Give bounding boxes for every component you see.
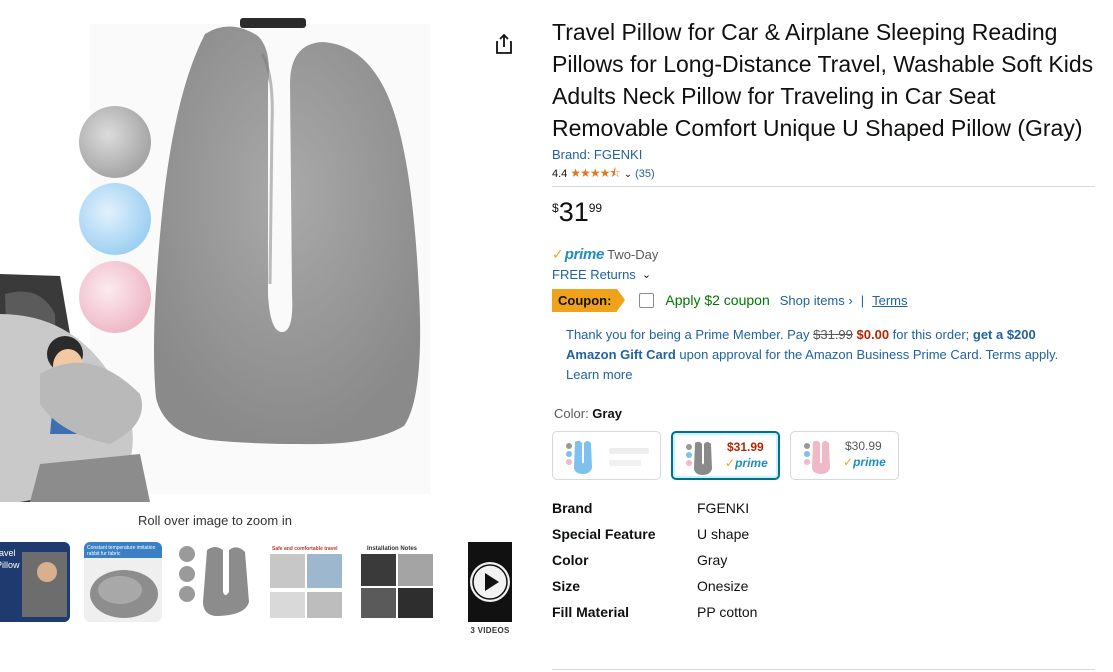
- color-swatches: $31.99 ✓prime $30.99 ✓prime: [552, 431, 1097, 481]
- offer-text-3: upon approval for the Amazon Business Pr…: [675, 347, 986, 362]
- swatch-blue-placeholder: [609, 448, 649, 454]
- thumb-4-text: Safe and comfortable travel: [272, 546, 338, 552]
- thumbnail-1[interactable]: ravel Pillow: [0, 542, 70, 622]
- brand-link[interactable]: Brand: FGENKI: [552, 147, 1097, 162]
- apply-coupon-label[interactable]: Apply $2 coupon: [665, 292, 769, 308]
- rating-value: 4.4: [552, 168, 568, 180]
- price: $ 31 99: [552, 197, 1097, 231]
- offer-old-price: $31.99: [813, 327, 853, 342]
- star-rating-icon[interactable]: ★★★★⯪: [570, 164, 620, 185]
- image-gallery: Roll over image to zoom in ravel Pillow …: [0, 0, 540, 672]
- color-label-value: Gray: [592, 406, 622, 421]
- thumb-1-text-b: Pillow: [0, 560, 20, 570]
- spec-key: Fill Material: [552, 604, 630, 620]
- swatch-blue-image: [566, 440, 592, 474]
- product-title: Travel Pillow for Car & Airplane Sleepin…: [552, 19, 1094, 141]
- spec-value: U shape: [697, 526, 750, 542]
- color-label-key: Color:: [554, 406, 593, 421]
- main-product-image[interactable]: [0, 14, 432, 502]
- prime-delivery: ✓ prime Two-Day: [552, 245, 1097, 263]
- swatch-pink-image: [804, 440, 830, 474]
- spec-key: Brand: [552, 500, 593, 516]
- product-details: Travel Pillow for Car & Airplane Sleepin…: [552, 16, 1097, 629]
- coupon-badge: Coupon:: [552, 288, 626, 312]
- divider: [552, 669, 1095, 670]
- main-product-image-art: [0, 18, 430, 502]
- swatch-blue[interactable]: [552, 431, 661, 480]
- share-icon[interactable]: [493, 33, 515, 55]
- review-count-link[interactable]: (35): [635, 168, 655, 180]
- shop-items-link[interactable]: Shop items ›: [780, 293, 853, 308]
- video-thumbnail[interactable]: [451, 542, 529, 622]
- price-whole: 31: [558, 197, 589, 227]
- prime-speed: Two-Day: [607, 246, 659, 262]
- spec-value: Onesize: [697, 578, 749, 594]
- rating-row: 4.4 ★★★★⯪ ⌄ (35): [552, 166, 1097, 182]
- thumbnail-5[interactable]: Installation Notes: [358, 542, 436, 622]
- spec-row: Size Onesize: [552, 577, 1097, 603]
- spec-row: Fill Material PP cotton: [552, 603, 1097, 629]
- price-symbol: $: [552, 201, 559, 215]
- spec-row: Color Gray: [552, 551, 1097, 577]
- chevron-down-icon[interactable]: ⌄: [624, 169, 632, 180]
- thumb-2-text-b: rabbit fur fabric: [87, 551, 121, 557]
- offer-new-price: $0.00: [856, 327, 890, 342]
- spec-value: Gray: [697, 552, 728, 568]
- prime-card-offer: Thank you for being a Prime Member. Pay …: [566, 325, 1066, 385]
- offer-text-1: Thank you for being a Prime Member. Pay: [566, 327, 814, 342]
- thumbnail-4[interactable]: Safe and comfortable travel: [267, 542, 345, 622]
- swatch-gray[interactable]: $31.99 ✓prime: [671, 431, 780, 480]
- thumb-1-text-a: ravel: [0, 548, 16, 558]
- separator: |: [860, 292, 865, 308]
- swatch-pink[interactable]: $30.99 ✓prime: [790, 431, 899, 480]
- spec-key: Size: [552, 578, 581, 594]
- swatch-gray-prime-label: prime: [735, 456, 768, 470]
- coupon-row: Coupon: Apply $2 coupon Shop items › | T…: [552, 288, 1097, 312]
- free-returns-label: FREE Returns: [552, 266, 636, 282]
- color-label: Color: Gray: [554, 406, 1097, 421]
- swatch-pink-price: $30.99: [845, 439, 882, 453]
- videos-count-label: 3 VIDEOS: [470, 626, 510, 635]
- spec-value: FGENKI: [697, 500, 750, 516]
- thumbnail-strip: ravel Pillow Constant temperature imitat…: [0, 540, 540, 640]
- thumbnail-2[interactable]: Constant temperature imitation rabbit fu…: [84, 542, 162, 622]
- spec-key: Color: [552, 552, 589, 568]
- spec-table: Brand FGENKI Special Feature U shape Col…: [552, 499, 1097, 629]
- swatch-pink-prime-label: prime: [853, 455, 886, 469]
- spec-row: Special Feature U shape: [552, 525, 1097, 551]
- thumbnail-3[interactable]: [175, 542, 253, 622]
- swatch-gray-image: [686, 441, 712, 475]
- swatch-blue-placeholder-2: [609, 460, 641, 466]
- spec-key: Special Feature: [552, 526, 656, 542]
- divider: [552, 186, 1095, 187]
- prime-logo: prime: [564, 245, 605, 263]
- coupon-checkbox[interactable]: [639, 292, 655, 308]
- prime-check-icon: ✓: [552, 245, 564, 262]
- price-fraction: 99: [588, 201, 603, 215]
- thumb-5-text: Installation Notes: [367, 546, 418, 552]
- coupon-terms-link[interactable]: Terms: [872, 293, 907, 308]
- swatch-gray-price: $31.99: [727, 440, 764, 454]
- swatch-pink-prime: ✓prime: [843, 455, 886, 469]
- offer-text-2: for this order;: [889, 327, 973, 342]
- swatch-gray-prime: ✓prime: [725, 456, 768, 470]
- chevron-down-icon: ⌄: [641, 268, 652, 281]
- spec-value: PP cotton: [697, 604, 758, 620]
- zoom-hint: Roll over image to zoom in: [138, 513, 292, 528]
- spec-row: Brand FGENKI: [552, 499, 1097, 525]
- free-returns-link[interactable]: FREE Returns ⌄: [552, 265, 1097, 283]
